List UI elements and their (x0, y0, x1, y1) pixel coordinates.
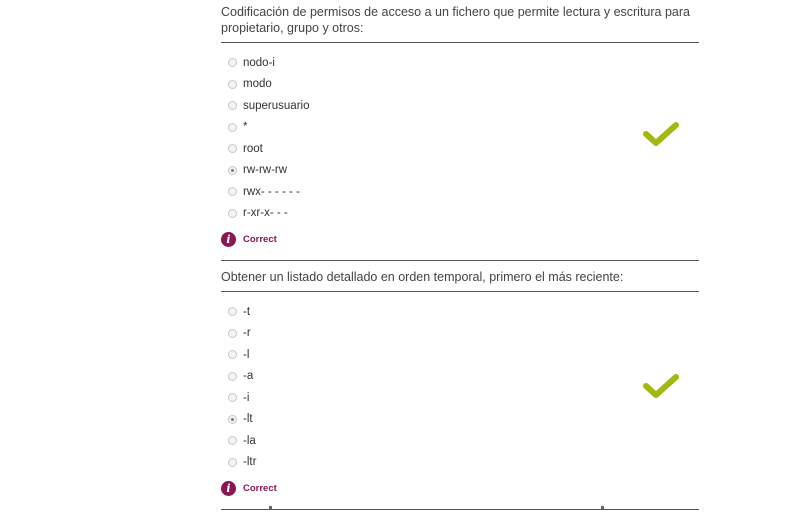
feedback: i Correct (221, 231, 699, 247)
info-icon: i (221, 231, 236, 247)
radio-button[interactable] (228, 208, 237, 218)
answer-option[interactable]: -t (221, 301, 699, 323)
answer-option-selected[interactable]: -lt (221, 409, 699, 431)
radio-button[interactable] (228, 307, 237, 317)
answer-option[interactable]: root (221, 138, 699, 160)
feedback: i Correct (221, 480, 699, 496)
answer-option[interactable]: -la (221, 430, 699, 452)
radio-button[interactable] (228, 328, 237, 338)
option-label: nodo-i (243, 56, 275, 69)
answer-option[interactable]: -i (221, 387, 699, 409)
option-label: modo (243, 78, 272, 91)
info-icon: i (221, 480, 236, 496)
cut-off-text-fragment (601, 506, 604, 509)
answer-option[interactable]: nodo-i (221, 52, 699, 74)
option-label: -ltr (243, 456, 257, 469)
question-text: Obtener un listado detallado en orden te… (221, 261, 699, 292)
feedback-text: Correct (243, 482, 277, 494)
option-label: superusuario (243, 99, 310, 112)
checkmark-icon (643, 122, 679, 146)
radio-button[interactable] (228, 144, 237, 154)
option-label: -t (243, 305, 251, 318)
answer-options: -t -r -l -a -i -lt -la -ltr (221, 292, 699, 473)
option-label: root (243, 142, 263, 155)
answer-option[interactable]: rwx- - - - - - (221, 181, 699, 203)
radio-button[interactable] (228, 371, 237, 381)
radio-button[interactable] (228, 457, 237, 467)
radio-button-checked[interactable] (228, 165, 237, 175)
answer-option[interactable]: r-xr-x- - - (221, 203, 699, 225)
option-label: -la (243, 434, 256, 447)
answer-option[interactable]: * (221, 117, 699, 139)
question-1: Codificación de permisos de acceso a un … (221, 0, 699, 261)
option-label: -a (243, 370, 254, 383)
checkmark-icon (643, 374, 679, 398)
radio-button[interactable] (228, 436, 237, 446)
radio-button[interactable] (228, 393, 237, 403)
cut-off-text-fragment (269, 506, 272, 509)
option-label: * (243, 121, 248, 134)
option-label: -l (243, 348, 250, 361)
feedback-text: Correct (243, 233, 277, 245)
option-label: rw-rw-rw (243, 164, 288, 177)
question-2: Obtener un listado detallado en orden te… (221, 261, 699, 510)
next-question-cut-off (221, 506, 699, 514)
radio-button-checked[interactable] (228, 414, 237, 424)
answer-option[interactable]: -a (221, 366, 699, 388)
answer-option[interactable]: -r (221, 323, 699, 345)
answer-option[interactable]: -l (221, 344, 699, 366)
option-label: rwx- - - - - - (243, 185, 300, 198)
option-label: -r (243, 327, 251, 340)
answer-option[interactable]: modo (221, 74, 699, 96)
radio-button[interactable] (228, 350, 237, 360)
option-label: r-xr-x- - - (243, 207, 288, 220)
answer-options: nodo-i modo superusuario * root rw-rw-rw… (221, 43, 699, 224)
radio-button[interactable] (228, 122, 237, 132)
answer-option[interactable]: superusuario (221, 95, 699, 117)
radio-button[interactable] (228, 58, 237, 68)
option-label: -lt (243, 413, 253, 426)
radio-button[interactable] (228, 79, 237, 89)
radio-button[interactable] (228, 187, 237, 197)
answer-option[interactable]: -ltr (221, 452, 699, 474)
question-text: Codificación de permisos de acceso a un … (221, 0, 699, 43)
option-label: -i (243, 391, 250, 404)
quiz-container: Codificación de permisos de acceso a un … (221, 0, 699, 510)
radio-button[interactable] (228, 101, 237, 111)
answer-option-selected[interactable]: rw-rw-rw (221, 160, 699, 182)
